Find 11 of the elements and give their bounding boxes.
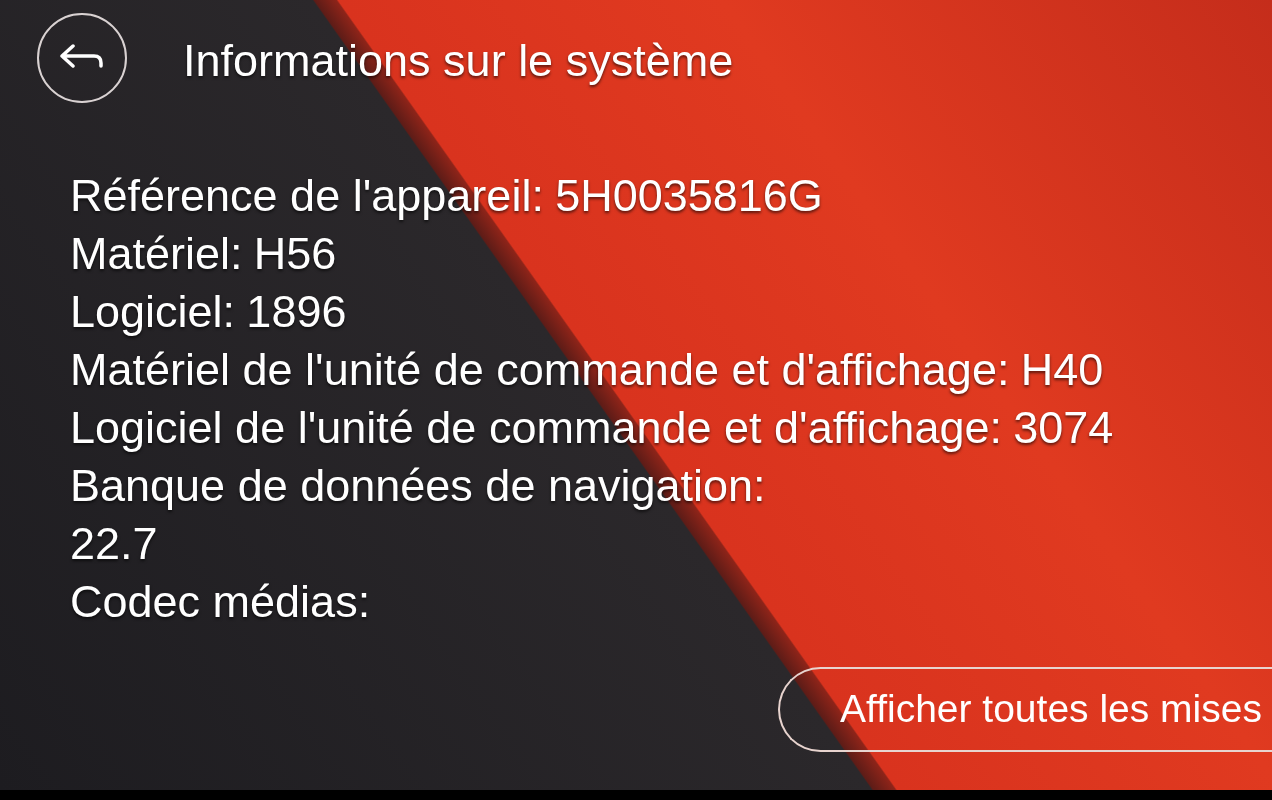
info-label: Logiciel: — [70, 285, 236, 339]
info-value: H56 — [253, 227, 337, 281]
info-value: 3074 — [1013, 401, 1114, 455]
info-value: 5H0035816G — [555, 169, 823, 223]
info-value: 22.7 — [70, 517, 158, 571]
info-label: Codec médias: — [70, 575, 371, 629]
info-label: Matériel: — [70, 227, 243, 281]
info-value: H40 — [1020, 343, 1104, 397]
back-button[interactable] — [37, 13, 127, 103]
show-all-updates-button[interactable]: Afficher toutes les mises — [778, 667, 1272, 752]
info-value: 1896 — [246, 285, 347, 339]
